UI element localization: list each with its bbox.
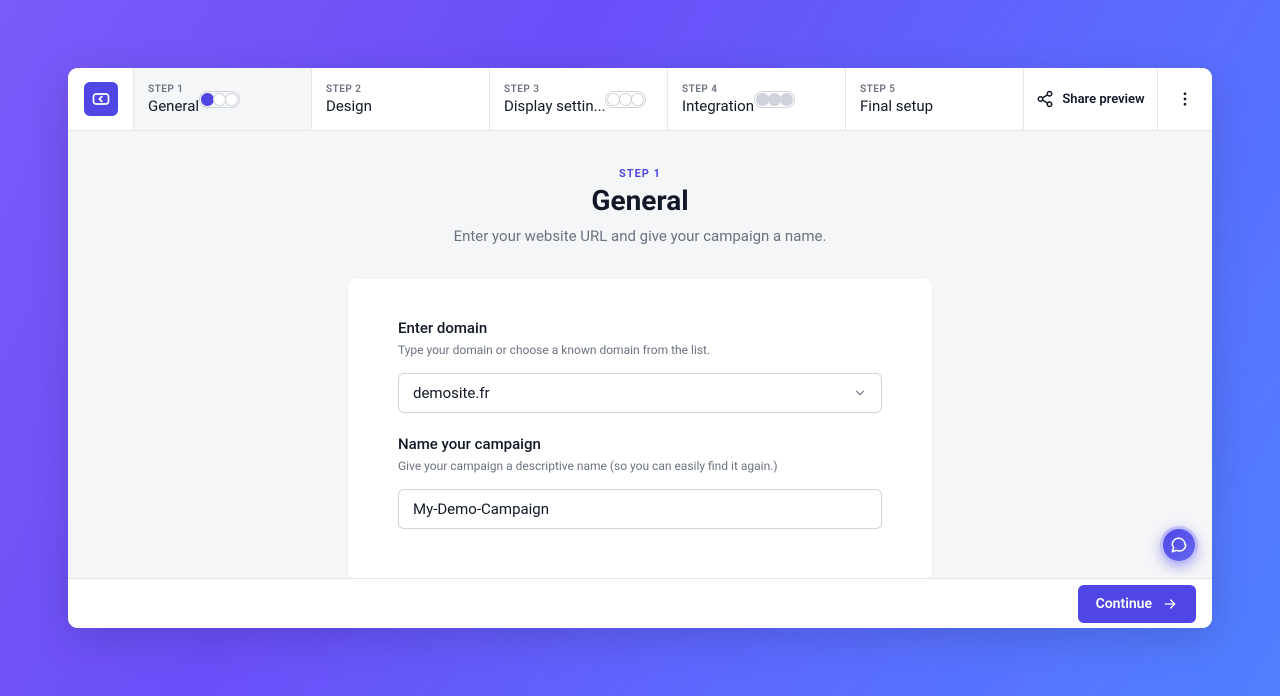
chat-icon [1170, 536, 1188, 554]
page-step: STEP 1 [454, 167, 827, 180]
chat-fab-button[interactable] [1160, 526, 1198, 564]
campaign-name-label: Name your campaign [398, 435, 882, 453]
footer-bar: Continue [68, 578, 1212, 628]
step-name: Design [326, 97, 372, 115]
continue-button[interactable]: Continue [1078, 585, 1196, 623]
page-header: STEP 1 General Enter your website URL an… [454, 167, 827, 245]
wizard-header: STEP 1 General STEP 2 Design STEP 3 Disp… [68, 68, 1212, 131]
form-card: Enter domain Type your domain or choose … [348, 279, 932, 578]
progress-dots [754, 91, 795, 108]
page-title: General [454, 184, 827, 217]
chevron-down-icon [853, 386, 867, 400]
campaign-name-help: Give your campaign a descriptive name (s… [398, 459, 882, 473]
app-logo-icon [84, 82, 118, 116]
step-name: Final setup [860, 97, 933, 115]
continue-label: Continue [1096, 596, 1152, 612]
progress-dots [199, 91, 240, 108]
campaign-name-input[interactable] [398, 489, 882, 529]
arrow-right-icon [1162, 596, 1178, 612]
logo-cell[interactable] [68, 68, 134, 130]
domain-value: demosite.fr [413, 384, 490, 402]
step-label: STEP 5 [860, 84, 933, 95]
tab-step-4[interactable]: STEP 4 Integration [668, 68, 846, 130]
domain-help: Type your domain or choose a known domai… [398, 343, 882, 357]
main-body: STEP 1 General Enter your website URL an… [68, 131, 1212, 578]
progress-dots [605, 91, 646, 108]
step-name: Integration [682, 97, 754, 115]
share-preview-button[interactable]: Share preview [1024, 68, 1158, 130]
step-name: General [148, 97, 199, 115]
more-vertical-icon [1176, 90, 1194, 108]
layers-icon [91, 89, 111, 109]
step-label: STEP 4 [682, 84, 754, 95]
step-label: STEP 3 [504, 84, 605, 95]
page-subtitle: Enter your website URL and give your cam… [454, 227, 827, 245]
step-name: Display settin... [504, 97, 605, 115]
step-label: STEP 2 [326, 84, 372, 95]
more-menu-button[interactable] [1158, 68, 1212, 130]
tab-step-2[interactable]: STEP 2 Design [312, 68, 490, 130]
domain-label: Enter domain [398, 319, 882, 337]
share-icon [1036, 90, 1054, 108]
tab-step-3[interactable]: STEP 3 Display settin... [490, 68, 668, 130]
step-label: STEP 1 [148, 84, 199, 95]
tab-step-5[interactable]: STEP 5 Final setup [846, 68, 1024, 130]
tab-step-1[interactable]: STEP 1 General [134, 68, 312, 130]
app-panel: STEP 1 General STEP 2 Design STEP 3 Disp… [68, 68, 1212, 628]
domain-select[interactable]: demosite.fr [398, 373, 882, 413]
share-label: Share preview [1062, 92, 1144, 107]
